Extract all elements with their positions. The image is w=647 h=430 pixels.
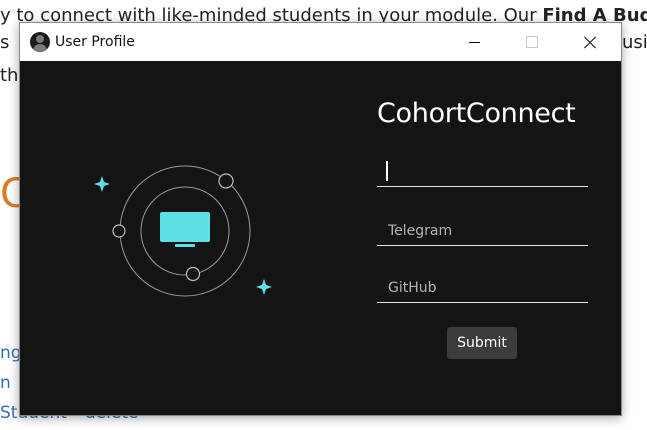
name-input[interactable] — [377, 153, 588, 186]
maximize-button[interactable] — [508, 23, 554, 61]
connection-illustration — [94, 165, 272, 297]
github-input[interactable] — [377, 269, 588, 302]
submit-button[interactable]: Submit — [447, 327, 517, 359]
background-link-2[interactable]: n — [0, 372, 20, 394]
telegram-field[interactable] — [377, 212, 588, 246]
title-bar[interactable]: User Profile — [20, 23, 621, 61]
user-avatar-icon — [30, 32, 50, 52]
window-title: User Profile — [55, 34, 135, 50]
minimize-button[interactable] — [452, 23, 498, 61]
name-field[interactable] — [377, 153, 588, 187]
orbit-node-left — [112, 224, 126, 238]
sparkle-icon-left — [94, 176, 110, 192]
window-content: CohortConnect Submit — [20, 61, 621, 415]
close-button[interactable] — [566, 23, 612, 61]
background-paragraph-line-2: s — [0, 32, 10, 53]
background-link-1[interactable]: ng — [0, 342, 20, 364]
orbit-node-bottom — [185, 266, 201, 282]
user-profile-window: User Profile CohortConnect Submit — [19, 22, 622, 416]
sparkle-icon-right — [256, 279, 272, 295]
text-cursor — [386, 161, 388, 181]
monitor-icon — [160, 212, 210, 242]
github-field[interactable] — [377, 269, 588, 303]
orbit-node-top — [218, 173, 234, 189]
background-heading: C — [0, 171, 20, 217]
background-paragraph-line-3: th — [0, 65, 19, 86]
brand-title: CohortConnect — [377, 98, 576, 129]
telegram-input[interactable] — [377, 212, 588, 245]
monitor-stand — [175, 244, 195, 247]
background-paragraph-fragment: usin — [622, 32, 647, 53]
